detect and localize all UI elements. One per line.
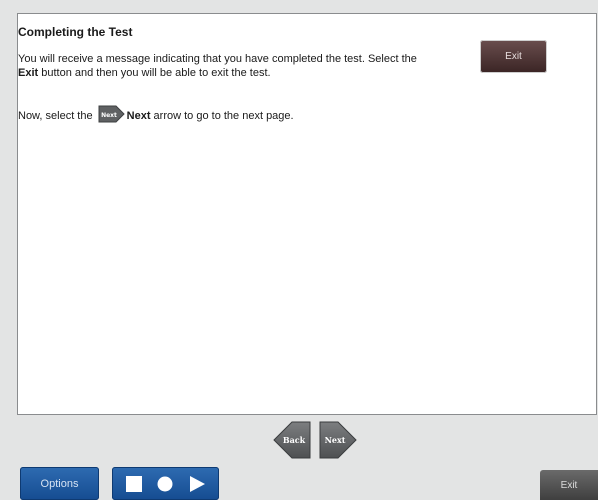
exit-button[interactable]: Exit bbox=[540, 470, 598, 500]
instruction-line-3-prefix: Now, select the bbox=[18, 109, 93, 122]
bottom-toolbar: Options Exit bbox=[0, 462, 598, 500]
play-icon bbox=[190, 475, 206, 492]
back-label: Back bbox=[283, 435, 306, 445]
media-controls bbox=[112, 467, 219, 500]
instruction-line-3-rest: arrow to go to the next page. bbox=[150, 109, 294, 122]
back-button[interactable]: Back bbox=[272, 420, 312, 460]
instruction-line-2: Exit button and then you will be able to… bbox=[18, 66, 271, 80]
instruction-line-1: You will receive a message indicating th… bbox=[18, 53, 417, 65]
instruction-line-3: Now, select the Next Next arrow to go to… bbox=[18, 105, 294, 124]
page-navigation: Back Next bbox=[272, 420, 362, 460]
record-button[interactable] bbox=[153, 472, 177, 496]
exit-bold-text: Exit bbox=[18, 67, 39, 79]
next-button[interactable]: Next bbox=[318, 420, 358, 460]
next-arrow-icon: Next bbox=[98, 104, 125, 124]
play-button[interactable] bbox=[185, 472, 209, 496]
options-button[interactable]: Options bbox=[20, 467, 99, 500]
next-bold-text: Next bbox=[126, 109, 151, 122]
next-arrow-icon-label: Next bbox=[101, 112, 117, 119]
next-label: Next bbox=[325, 435, 346, 445]
inline-exit-button-image: Exit bbox=[480, 40, 547, 73]
stop-icon bbox=[125, 475, 142, 492]
record-icon bbox=[157, 476, 173, 491]
instruction-line-2-rest: button and then you will be able to exit… bbox=[38, 67, 271, 79]
stop-button[interactable] bbox=[122, 472, 146, 496]
page-title: Completing the Test bbox=[18, 25, 133, 39]
